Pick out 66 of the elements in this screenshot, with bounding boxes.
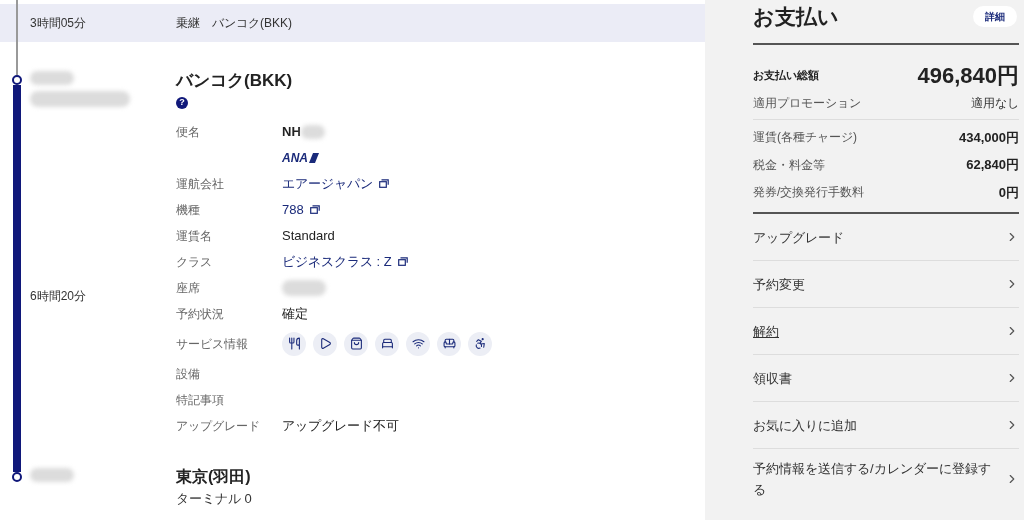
play-icon[interactable] [313, 331, 337, 356]
menu-item-label: 領収書 [753, 369, 793, 388]
details-button[interactable]: 詳細 [973, 6, 1017, 28]
external-window-icon [379, 179, 389, 188]
wifi-icon[interactable] [406, 331, 430, 356]
detail-label: アップグレード [176, 417, 261, 435]
arrival-terminal: ターミナル 0 [176, 489, 253, 508]
menu-item-label: アップグレード [753, 228, 845, 247]
redacted-mark [30, 468, 74, 482]
menu-item[interactable]: 解約 [753, 308, 1019, 355]
external-window-icon [397, 257, 408, 266]
detail-label: 特記事項 [176, 391, 225, 409]
menu-item-label: 予約情報を送信する/カレンダーに登録する [753, 460, 992, 499]
detail-label: クラス [176, 253, 213, 271]
detail-value: 確定 [282, 304, 308, 323]
redacted-mark [282, 279, 326, 296]
menu-item[interactable]: 予約情報を送信する/カレンダーに登録する [753, 449, 1019, 509]
detail-value: Standard [282, 226, 335, 245]
help-icon[interactable]: ? [176, 96, 188, 109]
detail-label: 便名 [176, 123, 201, 141]
fee-amount: 62,840円 [966, 156, 1019, 174]
menu-item-label: 解約 [753, 322, 780, 341]
detail-label: 設備 [176, 365, 201, 383]
timeline-node [12, 472, 22, 482]
detail-label: 機種 [176, 201, 201, 219]
departure-city: バンコク(BKK) [176, 70, 294, 92]
detail-label: 運航会社 [176, 175, 225, 193]
fee-amount: 0円 [998, 183, 1019, 202]
bed-icon[interactable] [375, 331, 399, 356]
menu-item[interactable]: お気に入りに追加 [753, 402, 1019, 449]
menu-item[interactable]: 予約変更 [753, 261, 1019, 308]
menu-item-label: 予約変更 [753, 275, 806, 294]
arrival-city: 東京(羽田) [176, 466, 252, 487]
fork-knife-icon[interactable] [282, 331, 306, 356]
layover-label: 乗継 バンコク(BKK) [176, 15, 292, 32]
promotion-value: 適用なし [971, 94, 1019, 112]
redacted-mark [30, 71, 74, 85]
detail-value: アップグレード不可 [282, 416, 399, 435]
flight-number: NH [282, 122, 301, 141]
detail-link[interactable]: エアージャパン [282, 173, 389, 194]
external-window-icon [309, 205, 320, 214]
promotion-label: 適用プロモーション [753, 94, 861, 112]
fee-amount: 434,000円 [959, 128, 1019, 147]
menu-item-label: お気に入りに追加 [753, 416, 858, 435]
detail-label: 座席 [176, 279, 201, 297]
detail-label: 予約状況 [176, 305, 225, 323]
bag-icon[interactable] [344, 331, 368, 356]
payment-title: お支払い [753, 4, 839, 30]
menu-item[interactable]: アップグレード [753, 214, 1019, 261]
fee-label: 発券/交換発行手数料 [753, 184, 865, 202]
detail-link[interactable]: 788 [282, 199, 320, 220]
sofa-icon[interactable] [437, 331, 461, 356]
airline-logo: ANA [282, 148, 319, 167]
layover-duration: 3時間05分 [30, 15, 88, 32]
detail-label: サービス情報 [176, 335, 249, 353]
flight-duration: 6時間20分 [30, 288, 88, 305]
detail-label: 運賃名 [176, 227, 213, 245]
detail-link[interactable]: ビジネスクラス : Z [282, 251, 408, 272]
total-label: お支払い総額 [753, 67, 819, 83]
fee-label: 運賃(各種チャージ) [753, 129, 857, 147]
redacted-mark [300, 124, 325, 139]
fee-label: 税金・料金等 [753, 156, 825, 174]
seated-person-icon[interactable] [468, 331, 492, 356]
total-amount: 496,840円 [917, 61, 1019, 90]
menu-item[interactable]: 領収書 [753, 355, 1019, 402]
timeline-node [12, 75, 22, 85]
